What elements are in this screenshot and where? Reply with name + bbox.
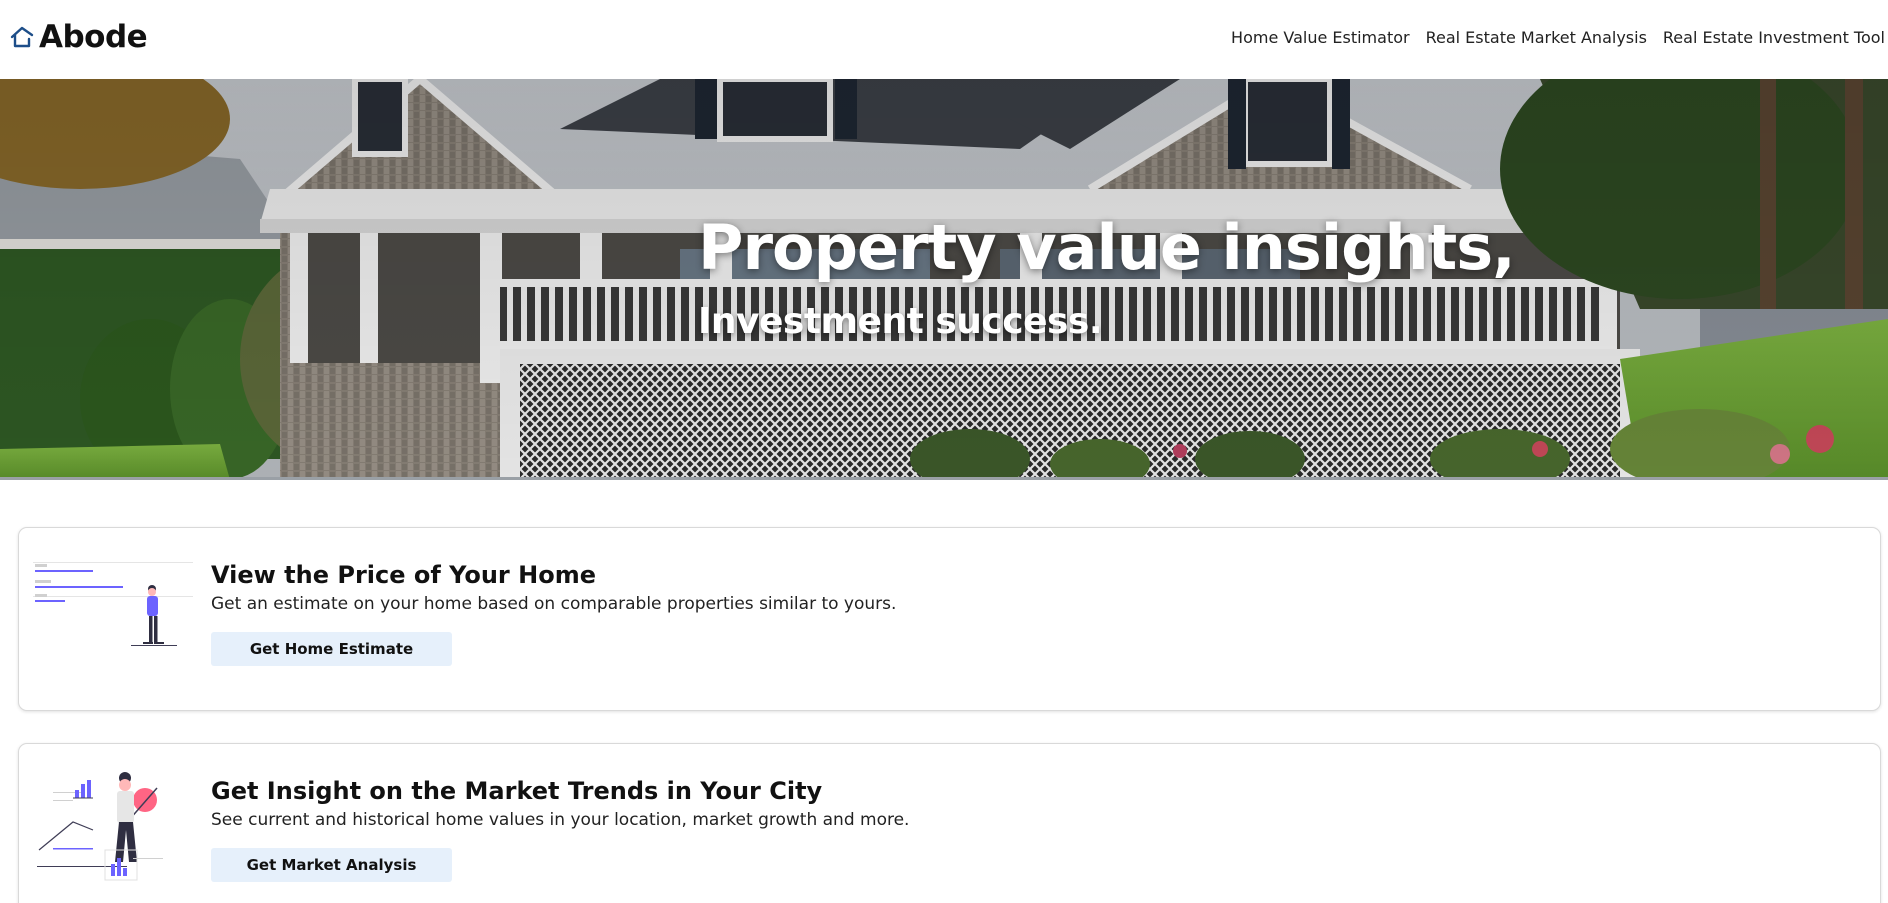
card-title: View the Price of Your Home <box>211 561 596 589</box>
person-with-listing-illustration <box>33 562 193 646</box>
nav-investment-tool[interactable]: Real Estate Investment Tool <box>1663 28 1885 47</box>
brand-logo[interactable]: Abode <box>9 19 148 55</box>
top-header: Abode Home Value Estimator Real Estate M… <box>0 0 1888 79</box>
hero-subtitle: Investment success. <box>698 301 1103 342</box>
house-icon <box>10 26 34 48</box>
nav-market-analysis[interactable]: Real Estate Market Analysis <box>1426 28 1647 47</box>
home-estimate-card: View the Price of Your Home Get an estim… <box>18 527 1881 711</box>
main-nav: Home Value Estimator Real Estate Market … <box>1231 28 1885 47</box>
brand-name: Abode <box>39 19 148 55</box>
hero-title: Property value insights, <box>698 211 1516 284</box>
market-analysis-card: Get Insight on the Market Trends in Your… <box>18 743 1881 903</box>
nav-home-value-estimator[interactable]: Home Value Estimator <box>1231 28 1410 47</box>
person-with-charts-illustration <box>37 772 163 881</box>
get-market-analysis-button[interactable]: Get Market Analysis <box>211 848 452 882</box>
hero-banner: Property value insights, Investment succ… <box>0 79 1888 480</box>
get-home-estimate-button[interactable]: Get Home Estimate <box>211 632 452 666</box>
card-title: Get Insight on the Market Trends in Your… <box>211 777 823 805</box>
card-description: Get an estimate on your home based on co… <box>211 594 897 614</box>
card-description: See current and historical home values i… <box>211 810 910 830</box>
